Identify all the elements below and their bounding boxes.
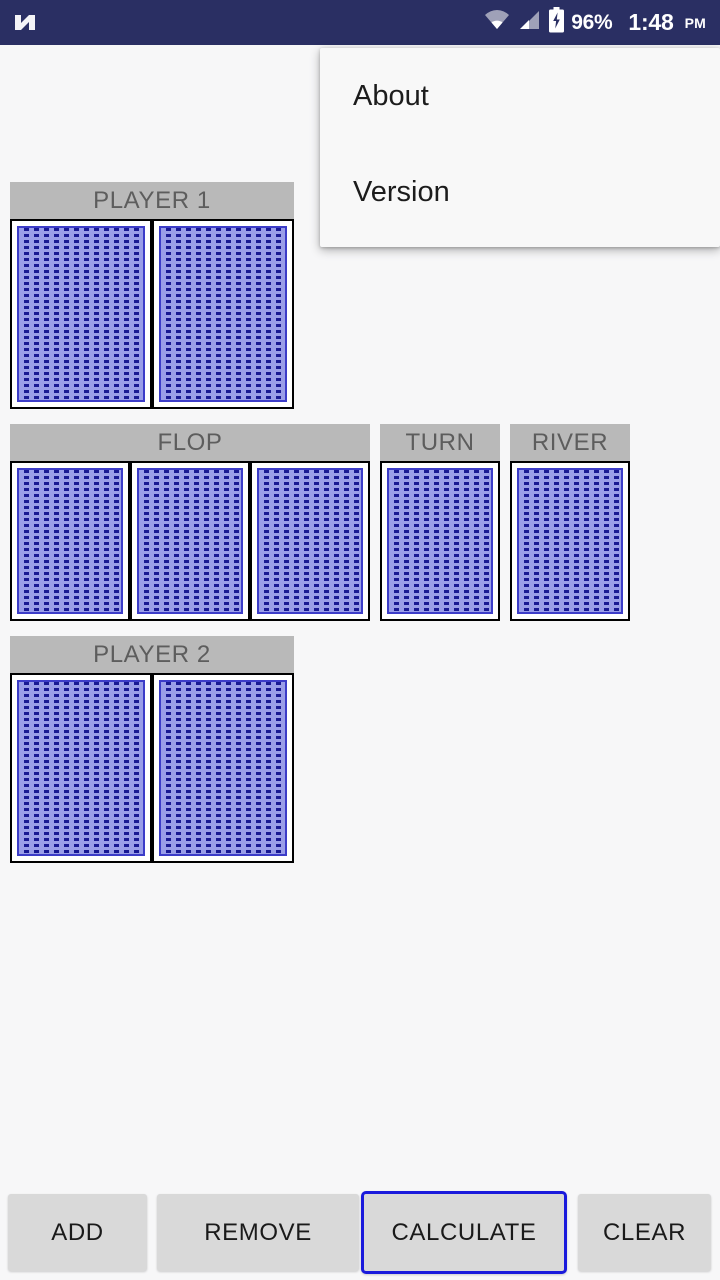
flop-card-1[interactable] xyxy=(10,461,130,621)
clear-button[interactable]: CLEAR xyxy=(578,1194,711,1271)
river-card-1[interactable] xyxy=(510,461,630,621)
remove-button[interactable]: REMOVE xyxy=(157,1194,359,1271)
status-bar-icons: 96% 1:48 PM xyxy=(484,7,706,38)
flop-header: FLOP xyxy=(10,424,370,461)
flop-header-label: FLOP xyxy=(157,428,223,456)
player1-header: PLAYER 1 xyxy=(10,182,294,219)
app-screen: 96% 1:48 PM About Version PLAYER 1 FLOP xyxy=(0,0,720,1280)
turn-card-row xyxy=(380,461,500,621)
card-inner xyxy=(512,463,628,619)
river-header: RIVER xyxy=(510,424,630,461)
action-button-bar: ADD REMOVE CALCULATE CLEAR xyxy=(0,1185,720,1280)
player2-header-label: PLAYER 2 xyxy=(93,640,211,668)
status-bar: 96% 1:48 PM xyxy=(0,0,720,45)
card-back-face xyxy=(159,680,287,856)
player1-header-label: PLAYER 1 xyxy=(93,186,211,214)
flop-card-3[interactable] xyxy=(250,461,370,621)
card-back-face xyxy=(257,468,363,614)
player1-card-row xyxy=(10,219,294,409)
turn-header: TURN xyxy=(380,424,500,461)
card-inner xyxy=(12,221,150,407)
card-inner xyxy=(12,463,128,619)
river-card-row xyxy=(510,461,630,621)
flop-card-row xyxy=(10,461,370,621)
card-back-face xyxy=(17,680,145,856)
menu-item-version[interactable]: Version xyxy=(320,144,720,240)
turn-card-1[interactable] xyxy=(380,461,500,621)
card-back-face xyxy=(159,226,287,402)
menu-item-label: About xyxy=(353,79,429,112)
card-back-face xyxy=(137,468,243,614)
calculate-button[interactable]: CALCULATE xyxy=(361,1191,567,1274)
card-inner xyxy=(252,463,368,619)
river-header-label: RIVER xyxy=(531,428,609,456)
player2-card-2[interactable] xyxy=(152,673,294,863)
player2-header: PLAYER 2 xyxy=(10,636,294,673)
turn-header-label: TURN xyxy=(405,428,475,456)
android-n-logo-icon xyxy=(10,8,40,38)
player1-card-2[interactable] xyxy=(152,219,294,409)
battery-percent-label: 96% xyxy=(571,10,613,34)
menu-item-about[interactable]: About xyxy=(320,48,720,144)
card-inner xyxy=(132,463,248,619)
card-inner xyxy=(12,675,150,861)
card-inner xyxy=(154,675,292,861)
card-back-face xyxy=(387,468,493,614)
player1-card-1[interactable] xyxy=(10,219,152,409)
add-button[interactable]: ADD xyxy=(8,1194,147,1271)
clock-time: 1:48 xyxy=(628,9,674,35)
wifi-icon xyxy=(484,9,510,36)
card-back-face xyxy=(517,468,623,614)
player2-card-row xyxy=(10,673,294,863)
card-back-face xyxy=(17,226,145,402)
card-inner xyxy=(154,221,292,407)
card-inner xyxy=(382,463,498,619)
cell-signal-icon xyxy=(517,9,541,36)
clock-ampm: PM xyxy=(684,14,706,31)
battery-charging-icon xyxy=(548,7,565,38)
player2-card-1[interactable] xyxy=(10,673,152,863)
card-back-face xyxy=(17,468,123,614)
overflow-menu: About Version xyxy=(320,48,720,247)
flop-card-2[interactable] xyxy=(130,461,250,621)
menu-item-label: Version xyxy=(353,175,450,208)
